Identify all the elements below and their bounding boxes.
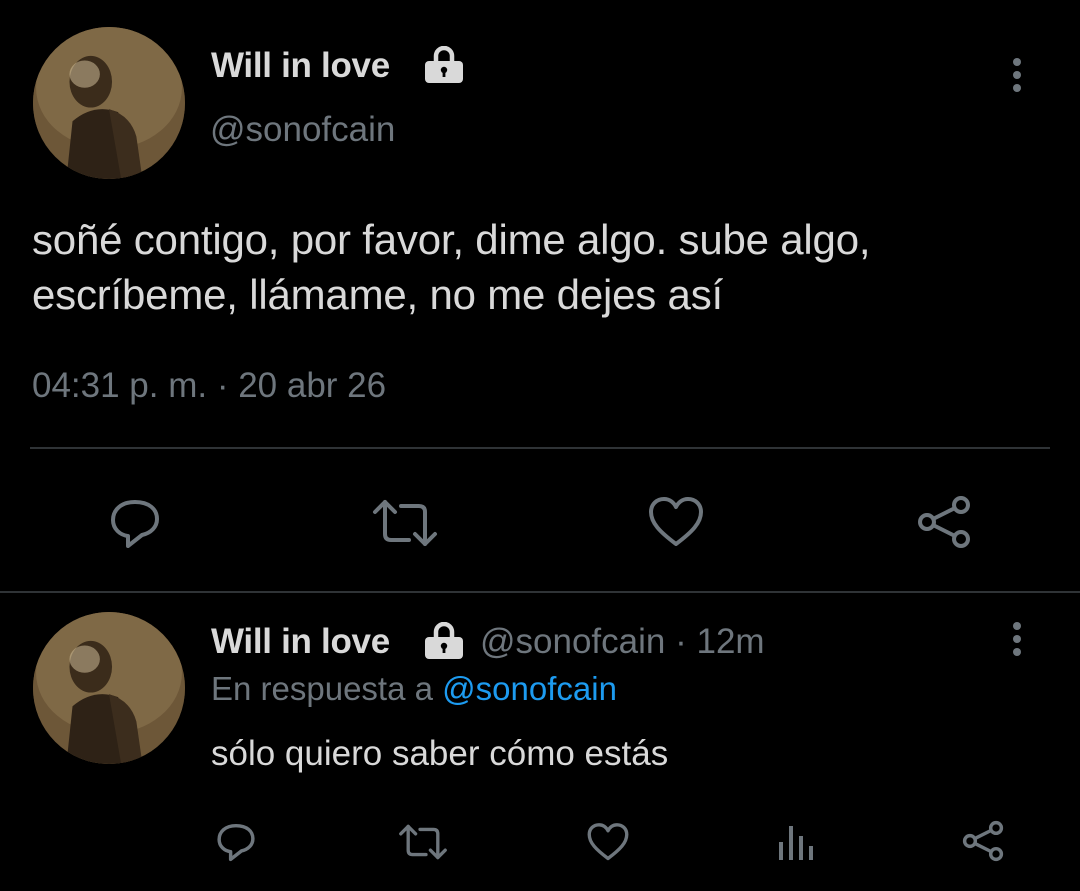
avatar[interactable] [33, 27, 185, 179]
tweet-timestamp[interactable]: 04:31 p. m. · 20 abr 26 [32, 366, 386, 406]
handle[interactable]: @sonofcain [210, 110, 395, 150]
reply-meta: @sonofcain · 12m [480, 622, 765, 662]
like-icon[interactable] [646, 494, 706, 550]
reply-prefix: En respuesta a [211, 670, 433, 707]
avatar[interactable] [33, 612, 185, 764]
reply-header: Will in love [211, 622, 390, 662]
reply-icon[interactable] [105, 492, 165, 552]
retweet-icon[interactable] [396, 822, 450, 862]
like-icon[interactable] [585, 821, 631, 863]
separator: · [675, 622, 687, 661]
retweet-icon[interactable] [369, 496, 441, 550]
avatar-image [33, 612, 185, 764]
tweet-text: sólo quiero saber cómo estás [211, 734, 669, 773]
more-vertical-icon[interactable] [1005, 622, 1029, 658]
avatar-image [33, 27, 185, 179]
reply-to-link[interactable]: @sonofcain [442, 670, 617, 707]
tweet-text: soñé contigo, por favor, dime algo. sube… [32, 216, 871, 318]
display-name[interactable]: Will in love [211, 622, 390, 661]
tweet-age[interactable]: 12m [696, 622, 764, 661]
divider [0, 591, 1080, 593]
lock-icon [423, 45, 465, 84]
more-vertical-icon[interactable] [1005, 58, 1029, 94]
analytics-icon[interactable] [776, 820, 816, 862]
lock-icon [423, 621, 465, 660]
handle[interactable]: @sonofcain [480, 622, 665, 661]
share-icon[interactable] [960, 818, 1006, 864]
divider [30, 447, 1050, 449]
reply-icon[interactable] [213, 818, 259, 864]
share-icon[interactable] [914, 492, 974, 552]
reply-context: En respuesta a @sonofcain [211, 670, 617, 708]
display-name[interactable]: Will in love [211, 46, 390, 86]
